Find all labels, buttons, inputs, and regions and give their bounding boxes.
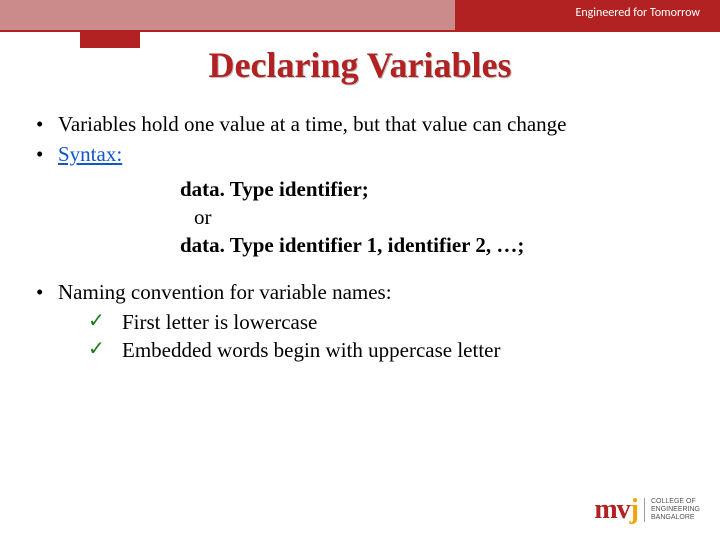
bullet-text: Naming convention for variable names:: [58, 278, 690, 306]
bullet-item: • Syntax:: [30, 140, 690, 168]
check-icon: ✓: [88, 336, 122, 364]
bullet-dot-icon: •: [30, 110, 58, 138]
check-text: Embedded words begin with uppercase lett…: [122, 336, 690, 364]
slide-body: • Variables hold one value at a time, bu…: [30, 110, 690, 365]
check-icon: ✓: [88, 308, 122, 336]
bullet-dot-icon: •: [30, 278, 58, 306]
check-item: ✓ First letter is lowercase: [88, 308, 690, 336]
bullet-item: • Variables hold one value at a time, bu…: [30, 110, 690, 138]
code-line: data. Type identifier 1, identifier 2, ……: [180, 231, 690, 259]
syntax-code-block: data. Type identifier; or data. Type ide…: [180, 175, 690, 260]
logo-line: BANGALORE: [651, 514, 700, 522]
slide-title: Declaring Variables: [0, 44, 720, 86]
footer-logo: mvj COLLEGE OF ENGINEERING BANGALORE: [594, 494, 700, 526]
sub-list: ✓ First letter is lowercase ✓ Embedded w…: [88, 308, 690, 365]
syntax-label: Syntax:: [58, 142, 122, 166]
logo-mark: mvj: [594, 494, 638, 526]
bullet-text: Syntax:: [58, 140, 690, 168]
check-item: ✓ Embedded words begin with uppercase le…: [88, 336, 690, 364]
slide: Engineered for Tomorrow Declaring Variab…: [0, 0, 720, 540]
logo-letter-v: v: [617, 494, 630, 525]
code-or: or: [180, 203, 690, 231]
header-bar-overlay: [0, 0, 455, 30]
logo-line: COLLEGE OF: [651, 498, 700, 506]
bullet-item: • Naming convention for variable names:: [30, 278, 690, 306]
logo-letter-j: j: [630, 494, 638, 525]
logo-letter-m: m: [594, 494, 616, 525]
bullet-dot-icon: •: [30, 140, 58, 168]
code-line: data. Type identifier;: [180, 175, 690, 203]
tagline: Engineered for Tomorrow: [575, 6, 700, 20]
logo-line: ENGINEERING: [651, 506, 700, 514]
check-text: First letter is lowercase: [122, 308, 690, 336]
bullet-text: Variables hold one value at a time, but …: [58, 110, 690, 138]
logo-subtext: COLLEGE OF ENGINEERING BANGALORE: [644, 498, 700, 521]
